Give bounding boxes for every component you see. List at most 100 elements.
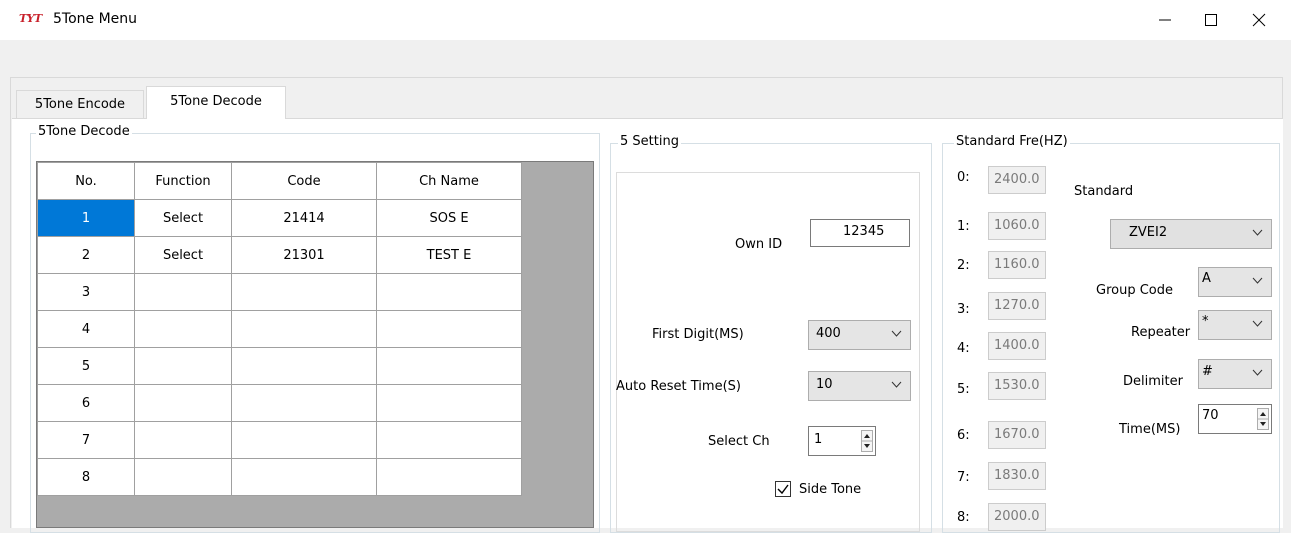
cell-code[interactable] bbox=[231, 347, 377, 385]
fre-value-field: 1830.0 bbox=[988, 462, 1046, 490]
cell-function[interactable] bbox=[134, 347, 232, 385]
cell-ch-name[interactable] bbox=[376, 421, 522, 459]
tab-5tone-decode[interactable]: 5Tone Decode bbox=[146, 86, 286, 119]
cell-function[interactable] bbox=[134, 384, 232, 422]
cell-function[interactable]: Select bbox=[134, 236, 232, 274]
table-row[interactable]: 2 Select 21301 TEST E bbox=[37, 236, 522, 274]
cell-function[interactable] bbox=[134, 273, 232, 311]
cell-code[interactable] bbox=[231, 273, 377, 311]
table-header-row: No. Function Code Ch Name bbox=[37, 162, 522, 200]
chevron-down-icon bbox=[891, 330, 902, 337]
col-header-code[interactable]: Code bbox=[231, 162, 377, 200]
first-digit-select[interactable]: 400 bbox=[808, 320, 911, 350]
title-bar bbox=[0, 0, 1291, 40]
minimize-button[interactable] bbox=[1142, 0, 1188, 40]
table-row[interactable]: 8 bbox=[37, 458, 522, 496]
time-value: 70 bbox=[1202, 408, 1219, 423]
cell-ch-name[interactable] bbox=[376, 384, 522, 422]
cell-code[interactable] bbox=[231, 421, 377, 459]
standard-select[interactable]: ZVEI2 bbox=[1110, 219, 1272, 249]
decode-table: No. Function Code Ch Name 1 Select 21414… bbox=[37, 162, 522, 496]
spinner-buttons[interactable] bbox=[861, 430, 873, 452]
fre-index: 6: bbox=[957, 428, 970, 443]
decode-group-label: 5Tone Decode bbox=[36, 124, 132, 139]
tab-5tone-encode[interactable]: 5Tone Encode bbox=[16, 90, 144, 118]
delimiter-value: # bbox=[1202, 364, 1213, 379]
standard-group-label: Standard Fre(HZ) bbox=[954, 134, 1070, 149]
fre-index: 8: bbox=[957, 510, 970, 525]
first-digit-value: 400 bbox=[816, 326, 841, 341]
cell-ch-name[interactable] bbox=[376, 347, 522, 385]
cell-no[interactable]: 2 bbox=[37, 236, 135, 274]
select-ch-spinner[interactable]: 1 bbox=[808, 426, 876, 456]
setting-group-label: 5 Setting bbox=[618, 134, 681, 149]
cell-no[interactable]: 4 bbox=[37, 310, 135, 348]
chevron-down-icon bbox=[1252, 277, 1263, 284]
standard-label: Standard bbox=[1074, 184, 1134, 199]
fre-index: 0: bbox=[957, 170, 970, 185]
cell-function[interactable] bbox=[134, 421, 232, 459]
cell-ch-name[interactable]: SOS E bbox=[376, 199, 522, 237]
fre-value-field: 1530.0 bbox=[988, 372, 1046, 400]
maximize-icon bbox=[1205, 14, 1217, 26]
cell-function[interactable] bbox=[134, 458, 232, 496]
cell-code[interactable] bbox=[231, 310, 377, 348]
cell-no[interactable]: 5 bbox=[37, 347, 135, 385]
cell-function[interactable]: Select bbox=[134, 199, 232, 237]
cell-ch-name[interactable] bbox=[376, 458, 522, 496]
side-tone-label: Side Tone bbox=[799, 482, 862, 497]
own-id-input[interactable]: 12345 bbox=[810, 219, 910, 247]
spinner-arrows-icon bbox=[862, 434, 872, 448]
fre-value-field: 1270.0 bbox=[988, 292, 1046, 320]
table-row[interactable]: 6 bbox=[37, 384, 522, 422]
cell-no[interactable]: 3 bbox=[37, 273, 135, 311]
auto-reset-select[interactable]: 10 bbox=[808, 371, 911, 401]
repeater-value: * bbox=[1202, 314, 1209, 329]
maximize-button[interactable] bbox=[1188, 0, 1234, 40]
cell-code[interactable]: 21414 bbox=[231, 199, 377, 237]
col-header-ch-name[interactable]: Ch Name bbox=[376, 162, 522, 200]
own-id-label: Own ID bbox=[735, 237, 783, 252]
table-row[interactable]: 5 bbox=[37, 347, 522, 385]
cell-ch-name[interactable] bbox=[376, 310, 522, 348]
table-row[interactable]: 3 bbox=[37, 273, 522, 311]
cell-function[interactable] bbox=[134, 310, 232, 348]
time-label: Time(MS) bbox=[1119, 422, 1181, 437]
delimiter-select[interactable]: # bbox=[1198, 359, 1272, 389]
fre-index: 4: bbox=[957, 341, 970, 356]
cell-no[interactable]: 1 bbox=[37, 199, 135, 237]
col-header-no[interactable]: No. bbox=[37, 162, 135, 200]
cell-ch-name[interactable] bbox=[376, 273, 522, 311]
app-logo: TYT bbox=[19, 12, 42, 25]
cell-no[interactable]: 7 bbox=[37, 421, 135, 459]
col-header-function[interactable]: Function bbox=[134, 162, 232, 200]
chevron-down-icon bbox=[1252, 369, 1263, 376]
fre-value-field: 1670.0 bbox=[988, 421, 1046, 449]
cell-code[interactable]: 21301 bbox=[231, 236, 377, 274]
decode-grid[interactable]: No. Function Code Ch Name 1 Select 21414… bbox=[36, 161, 594, 528]
repeater-select[interactable]: * bbox=[1198, 310, 1272, 340]
fre-value-field: 1400.0 bbox=[988, 332, 1046, 360]
side-tone-checkbox[interactable] bbox=[775, 481, 791, 497]
cell-no[interactable]: 8 bbox=[37, 458, 135, 496]
spinner-buttons[interactable] bbox=[1257, 408, 1269, 430]
auto-reset-value: 10 bbox=[816, 377, 833, 392]
cell-code[interactable] bbox=[231, 384, 377, 422]
close-button[interactable] bbox=[1236, 0, 1282, 40]
group-code-select[interactable]: A bbox=[1198, 267, 1272, 297]
fre-index: 3: bbox=[957, 302, 970, 317]
table-row[interactable]: 4 bbox=[37, 310, 522, 348]
select-ch-label: Select Ch bbox=[708, 434, 770, 449]
fre-value-field: 1160.0 bbox=[988, 251, 1046, 279]
table-row[interactable]: 7 bbox=[37, 421, 522, 459]
cell-ch-name[interactable]: TEST E bbox=[376, 236, 522, 274]
chevron-down-icon bbox=[1252, 229, 1263, 236]
cell-no[interactable]: 6 bbox=[37, 384, 135, 422]
chevron-down-icon bbox=[1252, 320, 1263, 327]
group-code-value: A bbox=[1202, 271, 1211, 286]
time-spinner[interactable]: 70 bbox=[1198, 404, 1272, 434]
cell-code[interactable] bbox=[231, 458, 377, 496]
table-row[interactable]: 1 Select 21414 SOS E bbox=[37, 199, 522, 237]
spinner-arrows-icon bbox=[1258, 412, 1268, 426]
repeater-label: Repeater bbox=[1131, 325, 1191, 340]
